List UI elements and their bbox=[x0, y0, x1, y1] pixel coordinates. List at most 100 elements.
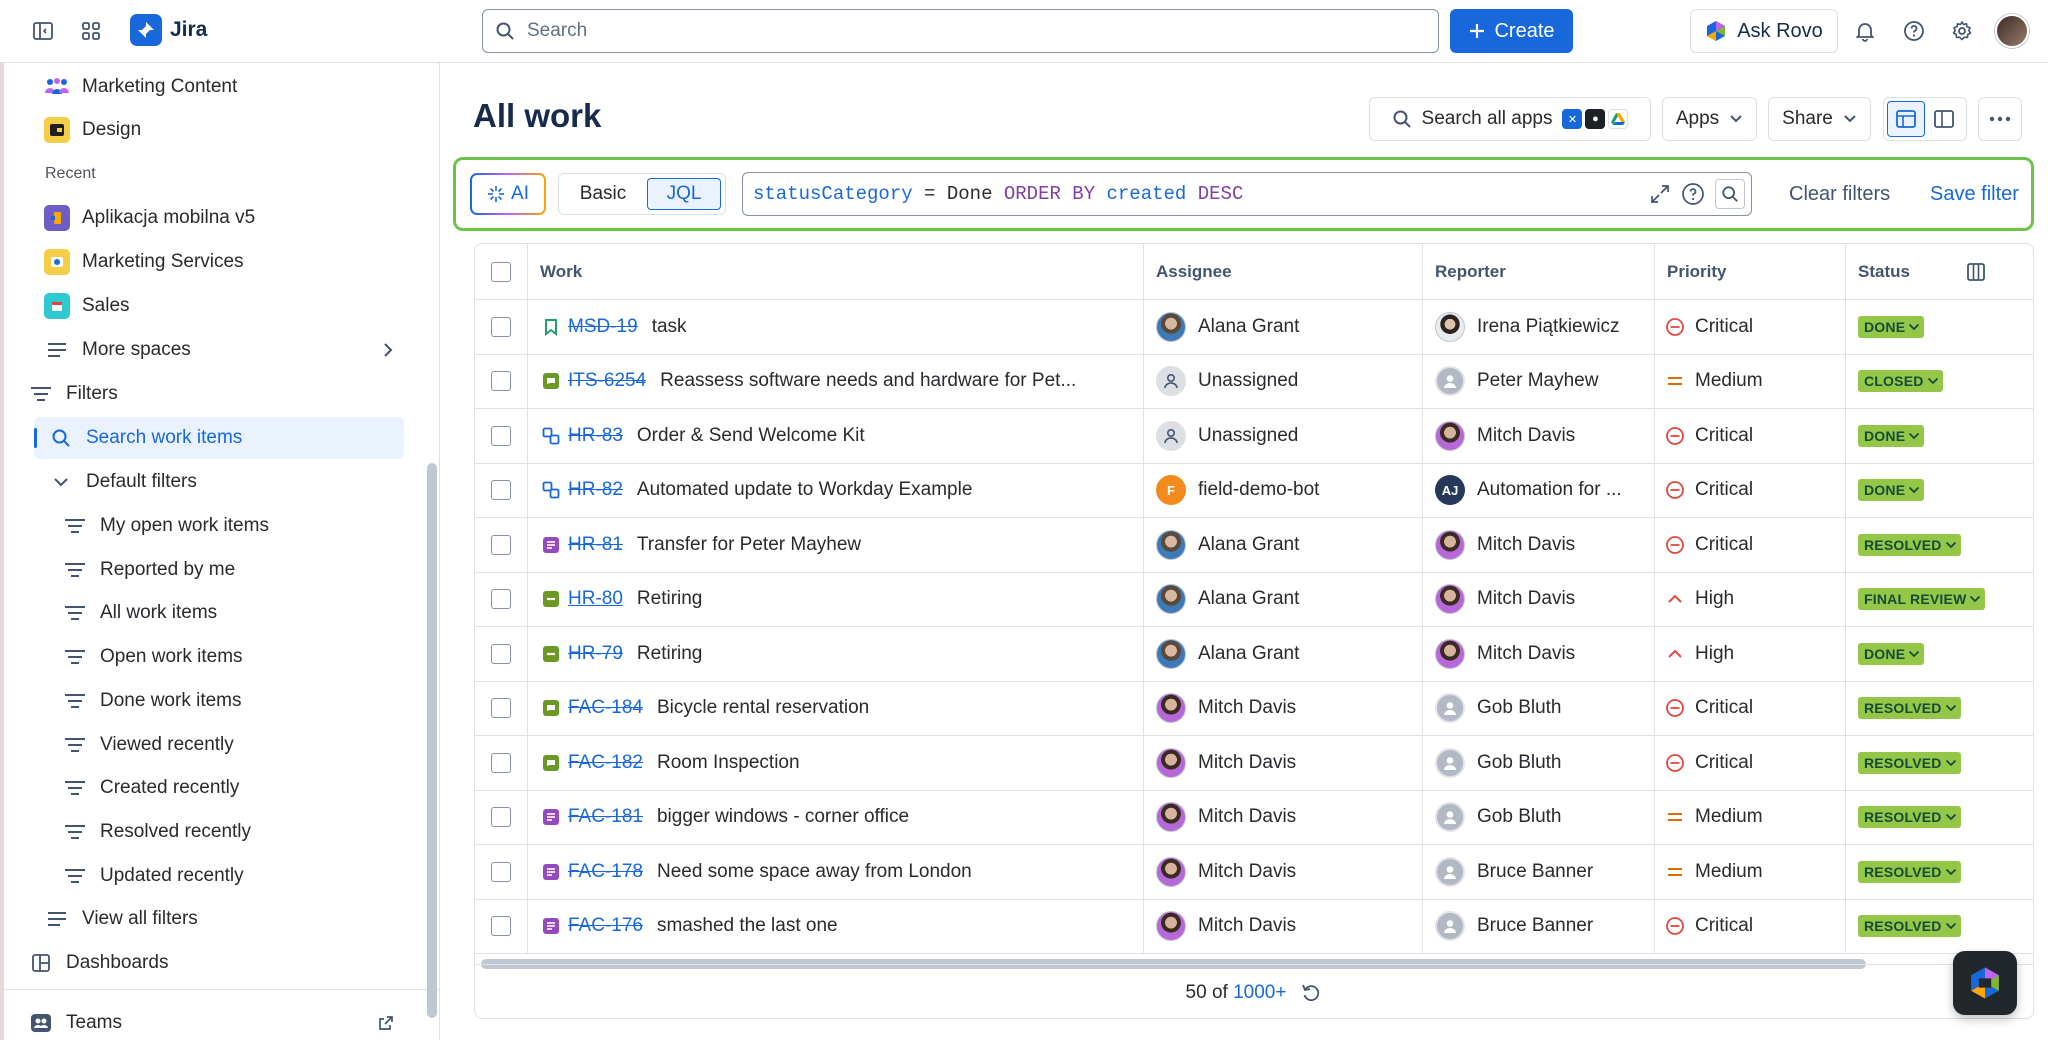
priority-cell[interactable]: Medium bbox=[1655, 845, 1846, 899]
refresh-icon[interactable] bbox=[1300, 982, 1322, 1004]
assignee-cell[interactable]: Unassigned bbox=[1144, 354, 1423, 408]
jira-logo-icon[interactable] bbox=[130, 14, 162, 46]
column-header-reporter[interactable]: Reporter bbox=[1423, 244, 1655, 300]
status-dropdown[interactable]: RESOLVED bbox=[1858, 533, 1961, 556]
jql-search-button[interactable] bbox=[1715, 179, 1745, 209]
chevron-right-icon[interactable] bbox=[382, 341, 394, 359]
row-checkbox[interactable] bbox=[491, 534, 511, 555]
priority-cell[interactable]: Critical bbox=[1655, 899, 1846, 953]
select-all-checkbox[interactable] bbox=[491, 262, 511, 282]
column-header-work[interactable]: Work bbox=[528, 244, 1144, 300]
status-dropdown[interactable]: RESOLVED bbox=[1858, 860, 1961, 883]
create-button[interactable]: Create bbox=[1450, 9, 1573, 53]
status-dropdown[interactable]: RESOLVED bbox=[1858, 697, 1961, 720]
table-row[interactable]: FAC-176 smashed the last one Mitch Davis Br… bbox=[475, 899, 2033, 954]
priority-cell[interactable]: Critical bbox=[1655, 681, 1846, 735]
sidebar-filter-item[interactable]: All work items bbox=[62, 592, 404, 634]
priority-cell[interactable]: Critical bbox=[1655, 463, 1846, 517]
work-item-summary[interactable]: smashed the last one bbox=[657, 915, 838, 937]
help-icon[interactable] bbox=[1897, 14, 1931, 48]
sidebar-filter-item[interactable]: Updated recently bbox=[62, 855, 404, 897]
assignee-cell[interactable]: Mitch Davis bbox=[1144, 899, 1423, 953]
clear-filters-button[interactable]: Clear filters bbox=[1789, 183, 1890, 206]
sidebar-item-teams[interactable]: Teams bbox=[28, 1002, 404, 1040]
sidebar-item-default-filters[interactable]: Default filters bbox=[48, 461, 404, 503]
work-item-summary[interactable]: Retiring bbox=[637, 588, 702, 610]
assignee-cell[interactable]: Alana Grant bbox=[1144, 300, 1423, 354]
work-item-key[interactable]: HR-81 bbox=[568, 534, 623, 556]
sidebar-item-sales[interactable]: Sales bbox=[44, 285, 404, 327]
table-row[interactable]: HR-79 Retiring Alana Grant Mitch Davis High D… bbox=[475, 627, 2033, 682]
work-item-key[interactable]: ITS-6254 bbox=[568, 370, 646, 392]
row-checkbox[interactable] bbox=[491, 861, 511, 882]
jql-query-input[interactable]: statusCategory = Done ORDER BY created D… bbox=[742, 172, 1752, 216]
assignee-cell[interactable]: Alana Grant bbox=[1144, 518, 1423, 572]
work-item-summary[interactable]: task bbox=[652, 316, 687, 338]
reporter-cell[interactable]: Mitch Davis bbox=[1423, 409, 1655, 463]
sidebar-filter-item[interactable]: Open work items bbox=[62, 636, 404, 678]
row-checkbox[interactable] bbox=[491, 589, 511, 610]
table-row[interactable]: FAC-182 Room Inspection Mitch Davis Gob Blu… bbox=[475, 736, 2033, 791]
table-row[interactable]: HR-82 Automated update to Workday Example… bbox=[475, 463, 2033, 518]
table-row[interactable]: FAC-178 Need some space away from London M… bbox=[475, 845, 2033, 900]
column-header-priority[interactable]: Priority bbox=[1655, 244, 1846, 300]
basic-mode-button[interactable]: Basic bbox=[563, 178, 643, 210]
work-item-key[interactable]: FAC-181 bbox=[568, 806, 643, 828]
assignee-cell[interactable]: Ffield-demo-bot bbox=[1144, 463, 1423, 517]
column-picker-icon[interactable] bbox=[1966, 262, 1986, 282]
work-item-key[interactable]: HR-83 bbox=[568, 425, 623, 447]
table-row[interactable]: FAC-184 Bicycle rental reservation Mitch D… bbox=[475, 681, 2033, 736]
assignee-cell[interactable]: Alana Grant bbox=[1144, 627, 1423, 681]
sidebar-filter-item[interactable]: Done work items bbox=[62, 680, 404, 722]
sidebar-item-search-work-items[interactable]: Search work items bbox=[34, 417, 404, 459]
detail-view-icon[interactable] bbox=[1925, 101, 1963, 137]
sidebar-item-aplikacja-mobilna[interactable]: Aplikacja mobilna v5 bbox=[44, 197, 404, 239]
work-item-summary[interactable]: Bicycle rental reservation bbox=[657, 697, 869, 719]
priority-cell[interactable]: Critical bbox=[1655, 300, 1846, 354]
work-item-summary[interactable]: Room Inspection bbox=[657, 752, 800, 774]
more-actions-button[interactable] bbox=[1978, 97, 2022, 141]
sidebar-item-more-spaces[interactable]: More spaces bbox=[44, 329, 404, 371]
row-checkbox[interactable] bbox=[491, 371, 511, 392]
work-item-summary[interactable]: Order & Send Welcome Kit bbox=[637, 425, 865, 447]
assignee-cell[interactable]: Mitch Davis bbox=[1144, 681, 1423, 735]
table-row[interactable]: HR-81 Transfer for Peter Mayhew Alana Gran… bbox=[475, 518, 2033, 573]
priority-cell[interactable]: Medium bbox=[1655, 354, 1846, 408]
jql-mode-button[interactable]: JQL bbox=[647, 178, 721, 210]
sidebar-scrollbar[interactable] bbox=[427, 463, 437, 1018]
reporter-cell[interactable]: Irena Piątkiewicz bbox=[1423, 300, 1655, 354]
assignee-cell[interactable]: Unassigned bbox=[1144, 409, 1423, 463]
search-input[interactable] bbox=[527, 20, 1407, 42]
sidebar-filter-item[interactable]: Viewed recently bbox=[62, 724, 404, 766]
work-item-key[interactable]: HR-79 bbox=[568, 643, 623, 665]
work-item-summary[interactable]: bigger windows - corner office bbox=[657, 806, 909, 828]
reporter-cell[interactable]: Gob Bluth bbox=[1423, 681, 1655, 735]
reporter-cell[interactable]: Mitch Davis bbox=[1423, 572, 1655, 626]
row-checkbox[interactable] bbox=[491, 807, 511, 828]
table-row[interactable]: MSD-19 task Alana Grant Irena Piątkiewicz Cr… bbox=[475, 300, 2033, 355]
sidebar-filter-item[interactable]: My open work items bbox=[62, 505, 404, 547]
sidebar-item-filters[interactable]: Filters bbox=[28, 373, 404, 415]
work-item-key[interactable]: HR-82 bbox=[568, 479, 623, 501]
settings-gear-icon[interactable] bbox=[1945, 14, 1979, 48]
reporter-cell[interactable]: Peter Mayhew bbox=[1423, 354, 1655, 408]
status-dropdown[interactable]: DONE bbox=[1858, 479, 1925, 502]
list-view-icon[interactable] bbox=[1887, 101, 1925, 137]
global-search[interactable] bbox=[482, 9, 1439, 53]
sidebar-item-dashboards[interactable]: Dashboards bbox=[28, 942, 404, 984]
assignee-cell[interactable]: Mitch Davis bbox=[1144, 790, 1423, 844]
reporter-cell[interactable]: Gob Bluth bbox=[1423, 736, 1655, 790]
row-checkbox[interactable] bbox=[491, 916, 511, 937]
status-dropdown[interactable]: RESOLVED bbox=[1858, 751, 1961, 774]
row-checkbox[interactable] bbox=[491, 425, 511, 446]
row-checkbox[interactable] bbox=[491, 698, 511, 719]
work-item-key[interactable]: FAC-178 bbox=[568, 861, 643, 883]
priority-cell[interactable]: Critical bbox=[1655, 518, 1846, 572]
notifications-bell-icon[interactable] bbox=[1848, 14, 1882, 48]
reporter-cell[interactable]: Bruce Banner bbox=[1423, 845, 1655, 899]
sidebar-item-design[interactable]: Design bbox=[44, 109, 404, 151]
work-item-summary[interactable]: Transfer for Peter Mayhew bbox=[637, 534, 861, 556]
sidebar-filter-item[interactable]: Reported by me bbox=[62, 549, 404, 591]
rovo-chat-button[interactable] bbox=[1953, 951, 2017, 1015]
row-checkbox[interactable] bbox=[491, 480, 511, 501]
